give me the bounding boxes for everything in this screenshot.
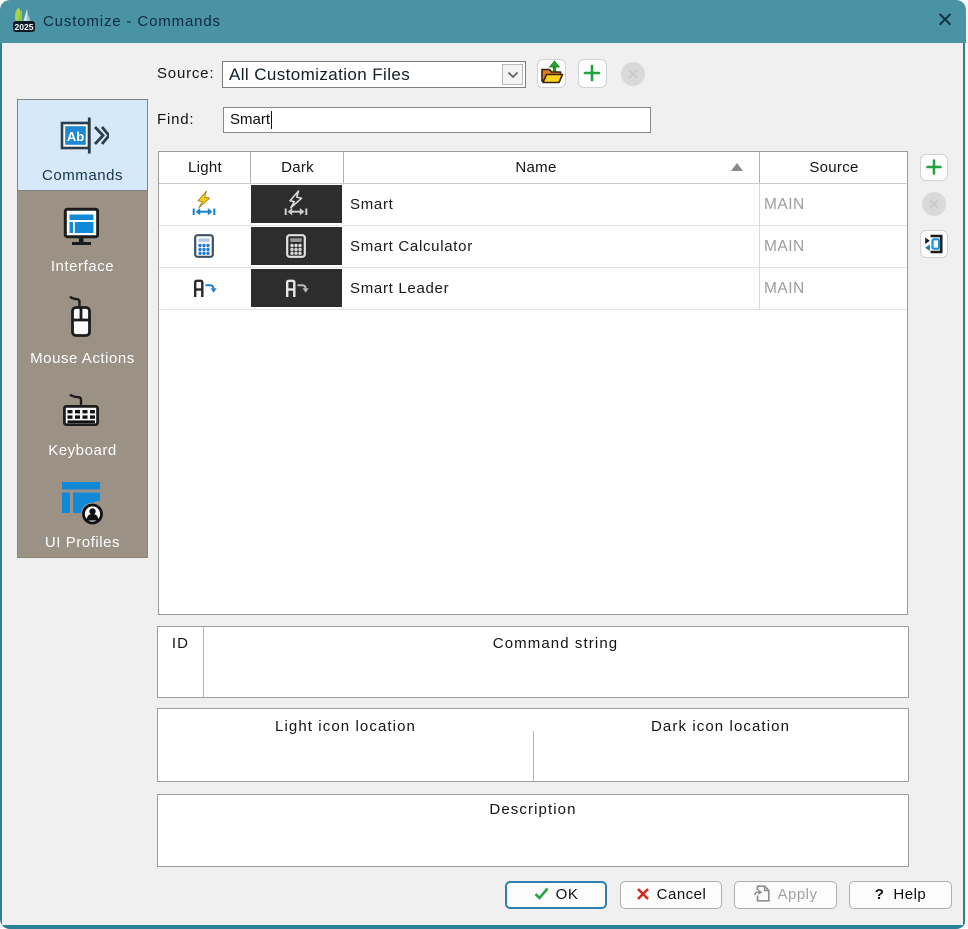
svg-text:2025: 2025 xyxy=(15,22,34,32)
svg-text:Ab: Ab xyxy=(67,129,84,144)
